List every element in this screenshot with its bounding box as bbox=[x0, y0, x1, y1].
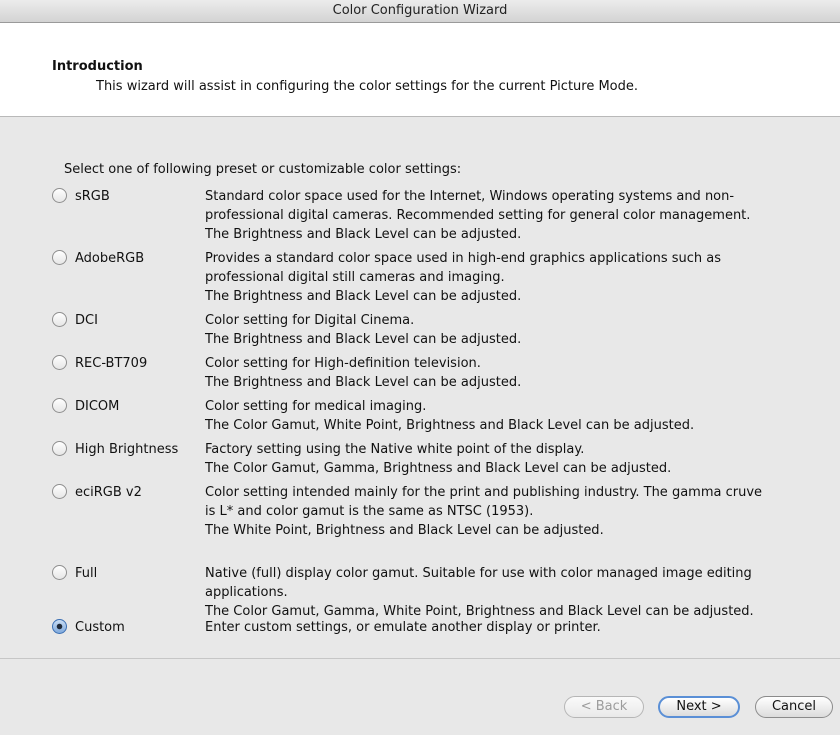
option-description: Provides a standard color space used in … bbox=[205, 249, 830, 306]
description-line: Color setting intended mainly for the pr… bbox=[205, 485, 763, 500]
radio-button[interactable] bbox=[52, 355, 67, 370]
intro-title: Introduction bbox=[52, 59, 143, 74]
description-line: is L* and color gamut is the same as NTS… bbox=[205, 504, 534, 519]
description-line: applications. bbox=[205, 585, 288, 600]
preset-prompt: Select one of following preset or custom… bbox=[64, 162, 462, 177]
description-line: The Brightness and Black Level can be ad… bbox=[205, 227, 522, 242]
option-label[interactable]: REC-BT709 bbox=[75, 354, 147, 373]
description-line: The Brightness and Black Level can be ad… bbox=[205, 332, 522, 347]
option-description: Enter custom settings, or emulate anothe… bbox=[205, 618, 830, 637]
option-description: Color setting for High-definition televi… bbox=[205, 354, 830, 392]
description-line: The Color Gamut, White Point, Brightness… bbox=[205, 418, 695, 433]
description-line: Color setting for High-definition televi… bbox=[205, 356, 481, 371]
radio-button[interactable] bbox=[52, 188, 67, 203]
footer-divider bbox=[0, 658, 840, 659]
option-label[interactable]: sRGB bbox=[75, 187, 110, 206]
description-line: The Brightness and Black Level can be ad… bbox=[205, 375, 522, 390]
option-label[interactable]: Full bbox=[75, 564, 97, 583]
radio-button[interactable] bbox=[52, 441, 67, 456]
option-description: Color setting for medical imaging. The Co… bbox=[205, 397, 830, 435]
description-line: professional digital cameras. Recommende… bbox=[205, 208, 751, 223]
option-label[interactable]: DICOM bbox=[75, 397, 119, 416]
window-title: Color Configuration Wizard bbox=[0, 0, 840, 23]
description-line: Standard color space used for the Intern… bbox=[205, 189, 735, 204]
description-line: Native (full) display color gamut. Suita… bbox=[205, 566, 752, 581]
radio-button[interactable] bbox=[52, 484, 67, 499]
description-line: Provides a standard color space used in … bbox=[205, 251, 722, 266]
description-line: Color setting for medical imaging. bbox=[205, 399, 427, 414]
radio-button[interactable] bbox=[52, 398, 67, 413]
option-label[interactable]: DCI bbox=[75, 311, 98, 330]
description-line: professional digital still cameras and i… bbox=[205, 270, 505, 285]
description-line: The Color Gamut, Gamma, Brightness and B… bbox=[205, 461, 672, 476]
radio-button[interactable] bbox=[52, 250, 67, 265]
option-description: Factory setting using the Native white p… bbox=[205, 440, 830, 478]
description-line: The White Point, Brightness and Black Le… bbox=[205, 523, 604, 538]
option-label[interactable]: High Brightness bbox=[75, 440, 178, 459]
cancel-button[interactable]: Cancel bbox=[755, 696, 833, 718]
intro-panel: Introduction This wizard will assist in … bbox=[0, 23, 840, 117]
back-button[interactable]: < Back bbox=[564, 696, 644, 718]
option-label[interactable]: AdobeRGB bbox=[75, 249, 144, 268]
option-label[interactable]: Custom bbox=[75, 618, 125, 637]
next-button[interactable]: Next > bbox=[658, 696, 740, 718]
option-description: Standard color space used for the Intern… bbox=[205, 187, 830, 244]
intro-description: This wizard will assist in configuring t… bbox=[96, 79, 639, 94]
option-description: Native (full) display color gamut. Suita… bbox=[205, 564, 830, 621]
description-line: Factory setting using the Native white p… bbox=[205, 442, 585, 457]
description-line: The Brightness and Black Level can be ad… bbox=[205, 289, 522, 304]
description-line: Color setting for Digital Cinema. bbox=[205, 313, 415, 328]
option-label[interactable]: eciRGB v2 bbox=[75, 483, 142, 502]
radio-button[interactable] bbox=[52, 565, 67, 580]
option-description: Color setting for Digital Cinema. The Bri… bbox=[205, 311, 830, 349]
radio-button-selected[interactable] bbox=[52, 619, 67, 634]
option-description: Color setting intended mainly for the pr… bbox=[205, 483, 830, 540]
radio-button[interactable] bbox=[52, 312, 67, 327]
description-line: Enter custom settings, or emulate anothe… bbox=[205, 620, 601, 635]
